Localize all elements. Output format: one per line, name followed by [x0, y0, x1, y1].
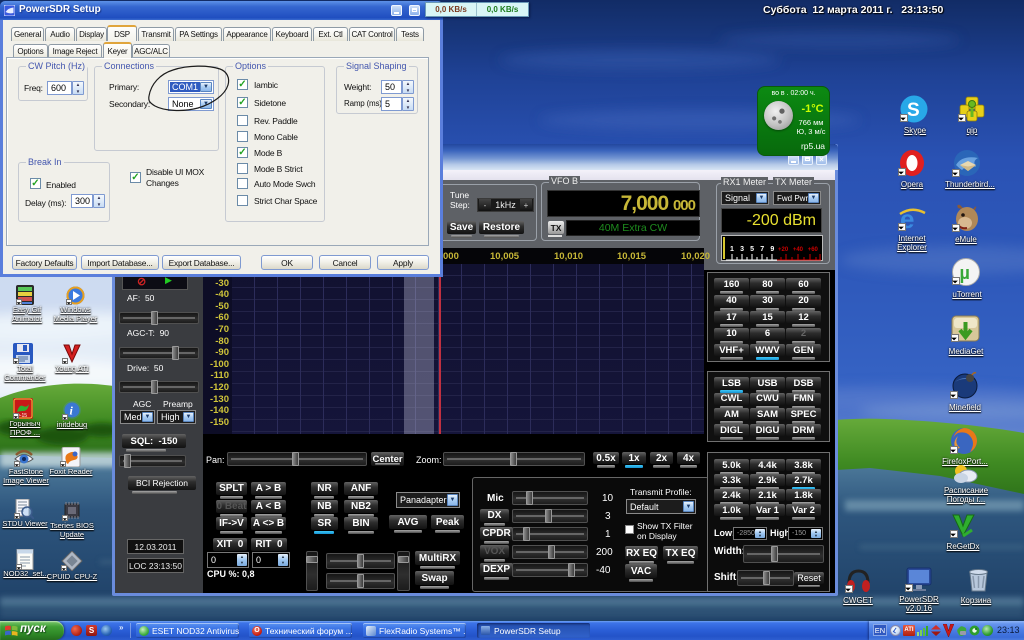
svg-text:S: S	[907, 100, 920, 121]
svg-text:µ: µ	[960, 263, 970, 283]
